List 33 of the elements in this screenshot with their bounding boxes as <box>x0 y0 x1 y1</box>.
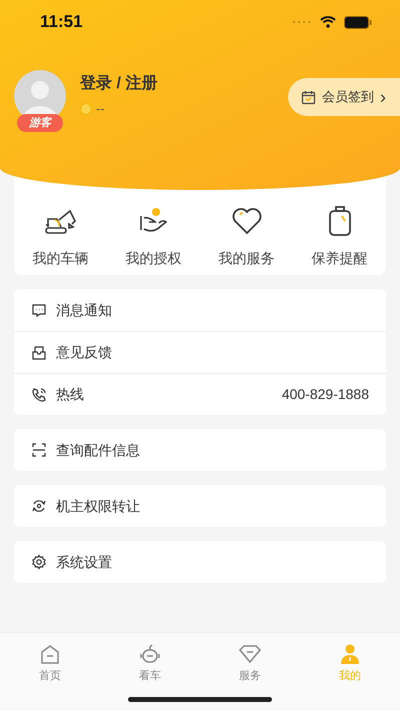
transfer-icon <box>31 498 47 514</box>
diamond-icon <box>238 643 262 665</box>
menu-item[interactable]: 热线 400-829-1888 <box>14 373 386 415</box>
checkin-button[interactable]: 会员签到 › <box>288 78 400 116</box>
message-icon <box>31 302 47 318</box>
calendar-icon <box>301 90 316 104</box>
tab[interactable]: 看车 <box>100 633 200 683</box>
menu-item[interactable]: 意见反馈 <box>14 331 386 373</box>
menu-item[interactable]: 查询配件信息 <box>14 429 386 471</box>
shortcut-button[interactable]: 我的授权 <box>107 204 200 269</box>
guest-badge: 游客 <box>17 114 63 132</box>
hotline-number[interactable]: 400-829-1888 <box>282 384 369 405</box>
menu-item[interactable]: 系统设置 <box>14 541 386 583</box>
inbox-icon <box>31 344 47 360</box>
shortcut-button[interactable]: 我的服务 <box>200 204 293 269</box>
settings-icon <box>31 554 47 570</box>
scan-icon <box>31 442 47 458</box>
person-icon <box>339 643 361 665</box>
battery-icon <box>344 16 372 28</box>
shortcut-button[interactable]: 我的车辆 <box>14 204 107 269</box>
wifi-icon <box>320 16 336 28</box>
house-icon <box>39 643 61 665</box>
points-value: -- <box>96 102 105 115</box>
coin-icon <box>80 102 92 114</box>
phone-icon <box>31 386 47 402</box>
shortcut-button[interactable]: 保养提醒 <box>293 204 386 269</box>
heart-icon <box>230 206 262 236</box>
menu-item[interactable]: 机主权限转让 <box>14 485 386 527</box>
status-time: 11:51 <box>40 11 83 34</box>
robot-icon <box>138 643 162 665</box>
signal-icon <box>292 20 312 24</box>
login-link[interactable]: 登录 / 注册 <box>80 74 158 94</box>
menu-item[interactable]: 消息通知 <box>14 289 386 331</box>
